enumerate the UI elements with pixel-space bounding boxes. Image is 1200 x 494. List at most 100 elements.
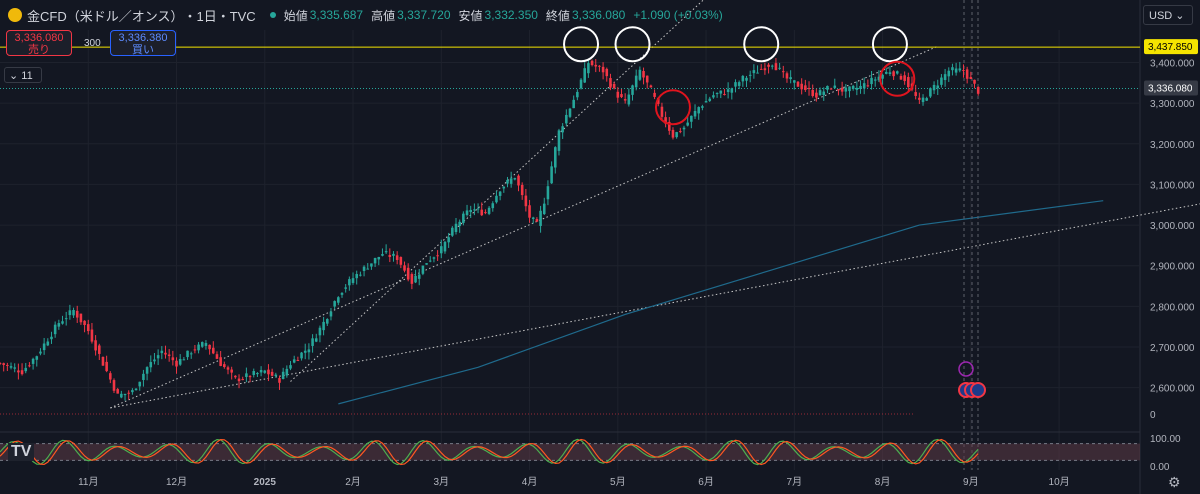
candle-body [649, 85, 653, 88]
candle [976, 86, 980, 96]
candle [723, 88, 726, 96]
candle [572, 95, 575, 109]
candle-body [712, 95, 715, 98]
candle-body [914, 92, 917, 96]
candle-body [355, 274, 358, 279]
candle [281, 367, 285, 380]
candle [285, 365, 289, 378]
candle [0, 362, 2, 366]
candle-body [778, 67, 781, 69]
candle [954, 62, 958, 76]
candle-body [274, 374, 278, 377]
x-tick-label: 3月 [434, 476, 450, 488]
candle-body [715, 92, 719, 94]
candle [64, 311, 68, 326]
candle [348, 276, 351, 291]
candle [734, 79, 737, 93]
candle-body [568, 108, 572, 117]
candle [138, 381, 142, 391]
candle [679, 127, 682, 134]
candle [149, 355, 153, 373]
candle [230, 366, 233, 380]
candle-body [943, 74, 947, 81]
candle-body [410, 274, 414, 284]
candle-body [487, 207, 491, 214]
x-tick-label: 5月 [610, 476, 626, 488]
candle [131, 388, 134, 395]
candle [366, 263, 370, 270]
candle [796, 81, 800, 87]
candle [587, 58, 590, 78]
symbol-name[interactable]: 金CFD（米ドル／オンス） [27, 6, 183, 25]
candle [101, 356, 105, 366]
high-value: 3,337.720 [397, 8, 451, 22]
candle-body [248, 376, 252, 378]
candle [39, 348, 42, 356]
candle-body [370, 263, 373, 267]
close-label: 終値 [545, 8, 570, 23]
candle-body [748, 74, 752, 76]
candle [186, 350, 189, 360]
candle [528, 199, 531, 223]
candle-body [303, 350, 307, 353]
candle [46, 338, 50, 347]
candle [395, 251, 399, 265]
candle [256, 372, 259, 377]
candle [848, 86, 851, 98]
highlight-circle-mark [871, 26, 908, 63]
candle [634, 69, 638, 91]
candle [612, 81, 616, 90]
candle-body [951, 67, 954, 71]
candle [965, 66, 969, 84]
candle [840, 81, 844, 96]
candle [918, 92, 921, 104]
candle [642, 67, 645, 85]
candle [943, 68, 947, 87]
candle [671, 127, 675, 140]
candle-body [428, 260, 432, 262]
currency-select[interactable]: USD ⌄ [1143, 5, 1193, 25]
candle-body [447, 237, 450, 243]
candle-body [899, 75, 903, 80]
candle-body [388, 254, 392, 257]
candle-body [623, 99, 627, 101]
x-tick-label: 4月 [522, 476, 538, 488]
candle-body [719, 90, 723, 94]
candle [86, 319, 90, 335]
chart-canvas[interactable]: 3,400.000 3,300.000 3,200.000 3,100.000 3,00… [0, 0, 1200, 494]
candle [557, 128, 561, 156]
candle-body [105, 361, 108, 372]
candle-body [576, 91, 579, 98]
candle-body [94, 340, 97, 351]
quantity-value[interactable]: 300 [84, 38, 101, 49]
sell-button[interactable]: 3,336.080 売り [6, 30, 72, 56]
candle-body [473, 209, 476, 211]
buy-button[interactable]: 3,336.380 買い [110, 30, 176, 56]
candle-body [495, 195, 498, 203]
x-tick-label: 11月 [78, 476, 98, 488]
price-axis [1140, 0, 1200, 494]
candle-body [598, 65, 601, 67]
candle [425, 263, 428, 265]
candle-body [57, 323, 61, 327]
indicator-toggle-button[interactable]: ⌄ 11 [4, 67, 42, 83]
candle-body [241, 379, 244, 381]
candle [759, 64, 763, 70]
candle [601, 62, 605, 80]
chevron-down-icon: ⌄ [1175, 10, 1185, 22]
candle-body [737, 82, 741, 86]
candle-body [671, 129, 675, 138]
x-tick-label: 8月 [875, 476, 891, 488]
candle-body [947, 70, 951, 77]
candle-body [263, 370, 267, 373]
gear-icon[interactable]: ⚙ [1168, 474, 1181, 491]
candle-body [425, 263, 428, 265]
interval-label[interactable]: ・1日・TVC [183, 6, 255, 25]
candle [259, 366, 263, 377]
candle [381, 248, 384, 257]
candle-body [300, 352, 303, 359]
candle-body [815, 92, 818, 98]
candle [778, 62, 781, 70]
candle-body [186, 350, 189, 358]
candle [469, 205, 472, 219]
